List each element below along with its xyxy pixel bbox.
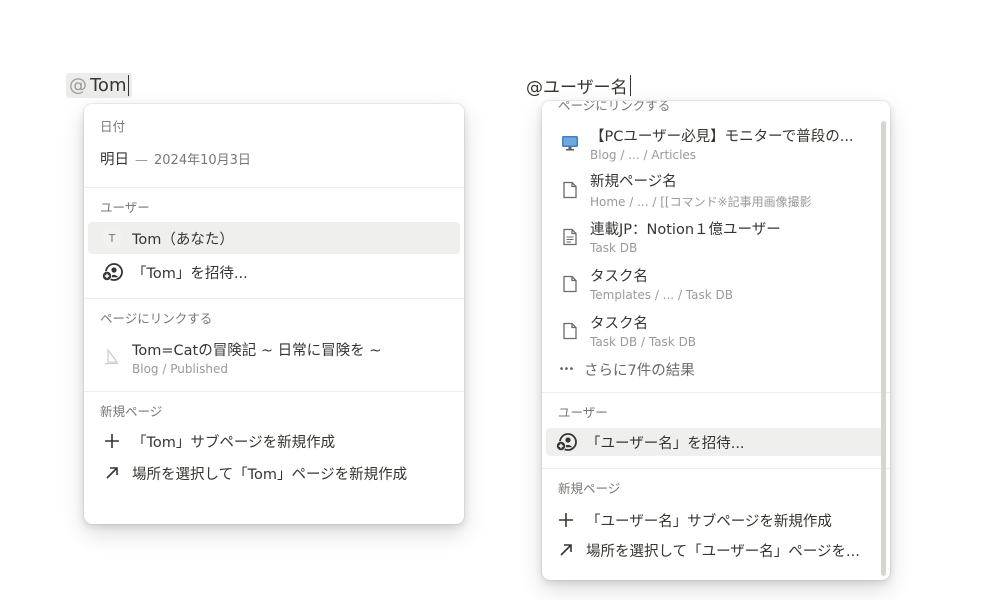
plus-icon: [554, 512, 578, 528]
mention-menu-username: ページにリンクする 【PCユーザー必見】モニターで普段の... Blog / .…: [542, 101, 890, 580]
new-subpage-button[interactable]: 「Tom」サブページを新規作成: [88, 425, 460, 457]
linked-page-path: Task DB / Task DB: [590, 335, 697, 349]
text-caret: [629, 75, 631, 96]
divider: [84, 391, 464, 392]
linked-page-item[interactable]: 【PCユーザー必見】モニターで普段の... Blog / ... / Artic…: [546, 120, 886, 166]
linked-page-title: タスク名: [590, 316, 648, 332]
invite-user-username[interactable]: 「ユーザー名」を招待...: [546, 428, 886, 456]
invite-user-tom[interactable]: 「Tom」を招待...: [88, 256, 460, 288]
new-page-choose-location-button[interactable]: 場所を選択して「Tom」ページを新規作成: [88, 457, 460, 489]
text-caret: [128, 75, 130, 96]
linked-page-title: 【PCユーザー必見】モニターで普段の...: [590, 128, 854, 145]
invite-label: 「Tom」を招待...: [132, 265, 248, 282]
linked-page-path: Templates / ... / Task DB: [590, 288, 733, 302]
linked-page-title: Tom=Catの冒険記 ~ 日常に冒険を ~: [132, 342, 382, 359]
page-text-icon: [558, 228, 582, 246]
link-section-title: ページにリンクする: [100, 311, 213, 326]
invite-user-icon: [100, 261, 124, 283]
invite-label: 「ユーザー名」を招待...: [586, 435, 745, 452]
linked-page-item[interactable]: 新規ページ名 Home / ... / [[コマンド※記事用画像撮影: [546, 166, 886, 213]
arrow-up-right-icon: [100, 465, 124, 481]
linked-page-item[interactable]: Tom=Catの冒険記 ~ 日常に冒険を ~ Blog / Published: [88, 333, 460, 381]
plus-icon: [100, 433, 124, 449]
page-icon: [558, 275, 582, 293]
linked-page-path: Home / ... / [[コマンド※記事用画像撮影: [590, 194, 812, 209]
mention-menu-tom: 日付 明日 — 2024年10月3日 ユーザー T Tom（あなた） 「Tom」…: [84, 104, 464, 524]
linked-page-item[interactable]: タスク名 Task DB / Task DB: [546, 307, 886, 354]
divider: [542, 468, 890, 469]
more-dots-icon: •••: [558, 363, 575, 375]
linked-page-path: Blog / Published: [132, 361, 228, 376]
mention-query: @ユーザー名: [526, 78, 628, 98]
arrow-up-right-icon: [554, 542, 578, 558]
date-option-value: 2024年10月3日: [154, 152, 251, 168]
new-page-choose-label: 場所を選択して「ユーザー名」ページを...: [586, 543, 860, 560]
link-section-title: ページにリンクする: [558, 101, 671, 113]
linked-page-title: 連載JP：Notion１億ユーザー: [590, 222, 781, 238]
page-icon: [558, 181, 582, 199]
new-subpage-label: 「ユーザー名」サブページを新規作成: [586, 513, 832, 530]
user-option-label: Tom（あなた）: [132, 231, 234, 248]
divider: [84, 187, 464, 188]
linked-page-path: Blog / ... / Articles: [590, 147, 697, 162]
scrollbar[interactable]: [881, 121, 886, 576]
sailboat-icon: [100, 347, 124, 367]
user-option-tom[interactable]: T Tom（あなた）: [88, 222, 460, 254]
linked-page-title: 新規ページ名: [590, 173, 677, 190]
date-dash: —: [135, 152, 148, 168]
new-page-section-title: 新規ページ: [100, 404, 163, 419]
new-page-choose-label: 場所を選択して「Tom」ページを新規作成: [132, 466, 408, 483]
mention-input-tom[interactable]: @ Tom: [66, 73, 133, 98]
new-page-section-title: 新規ページ: [558, 481, 621, 496]
user-section-title: ユーザー: [100, 200, 150, 215]
mention-query: Tom: [90, 75, 127, 96]
mention-input-username[interactable]: @ユーザー名: [526, 73, 631, 98]
page-icon: [558, 322, 582, 340]
more-results-label: さらに7件の結果: [584, 362, 695, 379]
user-section-title: ユーザー: [558, 405, 608, 420]
invite-user-icon: [554, 431, 578, 453]
new-page-choose-location-button[interactable]: 場所を選択して「ユーザー名」ページを...: [546, 535, 886, 565]
divider: [542, 392, 890, 393]
at-symbol: @: [69, 75, 87, 96]
date-option-label: 明日: [100, 151, 129, 168]
linked-page-item[interactable]: 連載JP：Notion１億ユーザー Task DB: [546, 213, 886, 260]
user-avatar: T: [102, 228, 122, 248]
new-subpage-button[interactable]: 「ユーザー名」サブページを新規作成: [546, 505, 886, 535]
monitor-icon: [558, 134, 582, 152]
date-option-tomorrow[interactable]: 明日 — 2024年10月3日: [88, 142, 460, 174]
new-subpage-label: 「Tom」サブページを新規作成: [132, 434, 336, 451]
linked-page-title: タスク名: [590, 269, 648, 285]
date-section-title: 日付: [100, 119, 126, 134]
linked-page-path: Task DB: [590, 241, 638, 255]
more-results-button[interactable]: ••• さらに7件の結果: [546, 354, 886, 384]
linked-page-item[interactable]: タスク名 Templates / ... / Task DB: [546, 260, 886, 307]
divider: [84, 298, 464, 299]
